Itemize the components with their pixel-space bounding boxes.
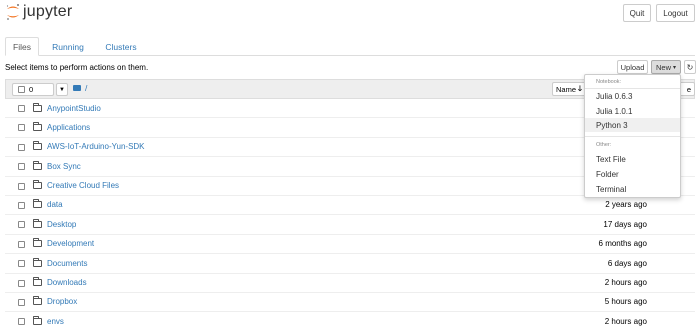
file-name-link[interactable]: Dropbox	[47, 297, 77, 306]
select-message: Select items to perform actions on them.	[5, 63, 149, 72]
menu-item-folder[interactable]: Folder	[585, 167, 680, 181]
upload-button[interactable]: Upload	[617, 60, 648, 74]
row-checkbox[interactable]	[18, 182, 25, 190]
file-name-link[interactable]: envs	[47, 317, 64, 326]
row-checkbox[interactable]	[18, 240, 25, 248]
row-checkbox[interactable]	[18, 279, 25, 287]
last-modified: 2 years ago	[605, 200, 647, 210]
tab-bar: Files Running Clusters	[5, 37, 695, 56]
file-name-link[interactable]: AWS-IoT-Arduino-Yun-SDK	[47, 142, 145, 151]
last-modified-label: e	[686, 84, 691, 94]
file-name-link[interactable]: Desktop	[47, 220, 76, 229]
list-item[interactable]: Documents 6 days ago	[5, 254, 695, 274]
selected-count: 0	[29, 85, 34, 94]
jupyter-logo-icon	[6, 4, 19, 20]
last-modified: 5 hours ago	[604, 297, 647, 307]
folder-icon	[33, 121, 42, 131]
header: jupyter Quit Logout	[0, 0, 700, 30]
last-modified: 2 hours ago	[604, 278, 647, 288]
file-name-link[interactable]: Documents	[47, 259, 87, 268]
file-name-link[interactable]: data	[47, 200, 63, 209]
list-item[interactable]: Downloads 2 hours ago	[5, 274, 695, 293]
folder-icon[interactable]	[73, 85, 81, 91]
folder-icon	[33, 257, 42, 267]
last-modified: 6 months ago	[598, 239, 647, 249]
refresh-button[interactable]: ↻	[684, 60, 696, 74]
folder-icon	[33, 296, 42, 306]
new-dropdown-button[interactable]: New ▾	[651, 60, 681, 74]
new-label: New	[655, 62, 671, 72]
tab-running[interactable]: Running	[45, 37, 91, 56]
file-name-link[interactable]: Development	[47, 239, 94, 248]
row-checkbox[interactable]	[18, 105, 25, 112]
select-all-control[interactable]: 0	[12, 83, 54, 96]
row-checkbox[interactable]	[18, 260, 25, 268]
sort-by-name-button[interactable]: Name 🡓	[552, 82, 586, 96]
file-name-link[interactable]: Box Sync	[47, 162, 81, 171]
menu-item-text-file[interactable]: Text File	[585, 152, 680, 166]
file-name-link[interactable]: AnypointStudio	[47, 104, 101, 113]
name-sort-label: Name	[556, 84, 577, 94]
breadcrumb-path[interactable]: /	[85, 83, 87, 93]
row-checkbox[interactable]	[18, 143, 25, 151]
folder-icon	[33, 141, 42, 151]
file-name-link[interactable]: Creative Cloud Files	[47, 181, 119, 190]
refresh-icon: ↻	[686, 62, 694, 72]
list-item[interactable]: Dropbox 5 hours ago	[5, 293, 695, 313]
folder-icon	[33, 218, 42, 228]
quit-button[interactable]: Quit	[623, 4, 651, 22]
list-item[interactable]: Desktop 17 days ago	[5, 215, 695, 235]
notebook-section-header: Notebook:	[596, 79, 622, 85]
selection-dropdown-button[interactable]: ▼	[56, 83, 68, 96]
folder-icon	[33, 315, 42, 325]
last-modified: 17 days ago	[603, 219, 647, 229]
tab-clusters[interactable]: Clusters	[95, 37, 147, 56]
folder-icon	[33, 277, 42, 287]
last-modified: 6 days ago	[607, 258, 647, 268]
last-modified: 2 hours ago	[604, 316, 647, 326]
list-item[interactable]: data 2 years ago	[5, 196, 695, 216]
folder-icon	[33, 199, 42, 209]
file-name-link[interactable]: Downloads	[47, 278, 87, 287]
arrow-down-icon: 🡓	[578, 83, 582, 93]
folder-icon	[33, 160, 42, 170]
row-checkbox[interactable]	[18, 318, 25, 326]
list-item[interactable]: envs 2 hours ago	[5, 312, 695, 329]
menu-item-python-3[interactable]: Python 3	[585, 118, 680, 132]
row-checkbox[interactable]	[18, 201, 25, 209]
new-dropdown-menu: Notebook: Julia 0.6.3 Julia 1.0.1 Python…	[584, 74, 681, 198]
jupyter-logo[interactable]: jupyter	[6, 3, 72, 21]
logout-button[interactable]: Logout	[656, 4, 695, 22]
divider	[585, 136, 680, 137]
folder-icon	[33, 180, 42, 190]
menu-item-terminal[interactable]: Terminal	[585, 182, 680, 196]
caret-down-icon: ▼	[59, 86, 65, 93]
row-checkbox[interactable]	[18, 221, 25, 229]
tab-files[interactable]: Files	[5, 37, 39, 56]
app-name: jupyter	[23, 3, 73, 20]
row-checkbox[interactable]	[18, 163, 25, 171]
menu-item-julia-101[interactable]: Julia 1.0.1	[585, 104, 680, 118]
caret-down-icon: ▾	[673, 64, 677, 71]
folder-icon	[33, 102, 42, 112]
row-checkbox[interactable]	[18, 124, 25, 132]
menu-item-julia-063[interactable]: Julia 0.6.3	[585, 89, 680, 103]
select-all-checkbox[interactable]	[18, 86, 25, 93]
list-item[interactable]: Development 6 months ago	[5, 235, 695, 255]
file-name-link[interactable]: Applications	[47, 123, 90, 132]
folder-icon	[33, 238, 42, 248]
row-checkbox[interactable]	[18, 298, 25, 306]
other-section-header: Other:	[596, 142, 612, 148]
